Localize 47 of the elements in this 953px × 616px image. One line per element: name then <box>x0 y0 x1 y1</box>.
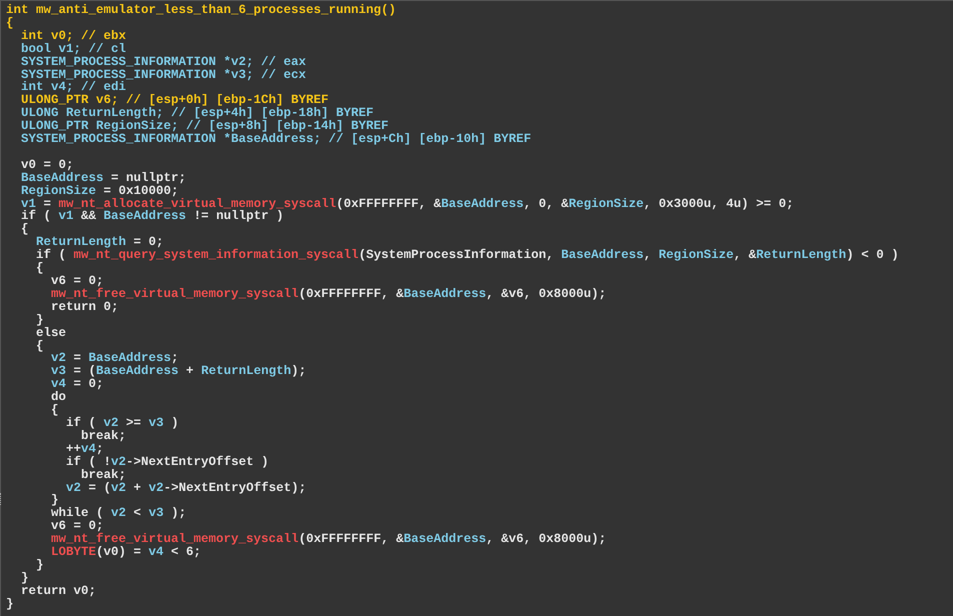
code-line: bool v1; // cl <box>20 42 126 56</box>
code-line: ++v4; <box>65 442 104 456</box>
code-line: } <box>35 314 44 327</box>
code-line: v6 = 0; <box>50 520 104 534</box>
code-line: v0 = 0; <box>20 158 74 172</box>
code-line: if ( v1 && BaseAddress != nullptr ) <box>20 210 284 224</box>
code-line: ReturnLength = 0; <box>35 236 164 250</box>
code-line: SYSTEM_PROCESS_INFORMATION *BaseAddress; // [esp+Ch] [ebp-10h] BYREF <box>20 133 532 146</box>
code-line: v3 = (BaseAddress + ReturnLength); <box>50 365 306 378</box>
code-line: break; <box>80 430 126 443</box>
code-line: int v4; // edi <box>20 81 126 94</box>
code-line: v2 = (v2 + v2->NextEntryOffset); <box>65 482 306 494</box>
code-line: v6 = 0; <box>50 275 104 288</box>
code-line: ULONG_PTR RegionSize; // [esp+8h] [ebp-14h] BYREF <box>20 120 389 134</box>
code-line: else <box>35 326 66 340</box>
code-line: int mw_anti_emulator_less_than_6_processes_running() <box>6 4 396 17</box>
code-line: } <box>50 494 59 508</box>
code-line: BaseAddress = nullptr; <box>20 172 186 185</box>
code-line: int v0; // ebx <box>20 30 126 43</box>
code-line: v4 = 0; <box>50 378 104 392</box>
code-line: { <box>35 262 44 276</box>
code-line: if ( !v2->NextEntryOffset ) <box>65 456 269 469</box>
code-line: { <box>20 223 29 236</box>
code-line: } <box>20 572 29 585</box>
code-line: } <box>35 558 44 572</box>
code-line: RegionSize = 0x10000; <box>20 184 179 198</box>
code-line: { <box>6 16 14 30</box>
code-line: mw_nt_free_virtual_memory_syscall(0xFFFFFFFF, &BaseAddress, &v6, 0x8000u); <box>50 288 606 301</box>
code-line: { <box>50 404 59 417</box>
code-line: ULONG_PTR v6; // [esp+0h] [ebp-1Ch] BYREF <box>20 94 329 108</box>
code-line: v2 = BaseAddress; <box>50 352 179 366</box>
code-line: SYSTEM_PROCESS_INFORMATION *v2; // eax <box>20 56 306 69</box>
code-line: do <box>50 391 66 404</box>
code-line: while ( v2 < v3 ); <box>50 507 186 520</box>
code-line: if ( v2 >= v3 ) <box>65 416 179 430</box>
code-line: } <box>6 598 14 611</box>
code-line: return 0; <box>50 300 119 314</box>
code-line: if ( mw_nt_query_system_information_syscall(SystemProcessInformation, BaseAddress, RegionSize, &ReturnLength) < 0 ) <box>35 249 899 262</box>
code-line: ULONG ReturnLength; // [esp+4h] [ebp-18h] BYREF <box>20 107 374 120</box>
code-line: mw_nt_free_virtual_memory_syscall(0xFFFFFFFF, &BaseAddress, &v6, 0x8000u); <box>50 533 606 546</box>
code-line: break; <box>80 468 126 482</box>
code-line: SYSTEM_PROCESS_INFORMATION *v3; // ecx <box>20 68 306 82</box>
code-line: v1 = mw_nt_allocate_virtual_memory_syscall(0xFFFFFFFF, &BaseAddress, 0, &RegionSize, 0x3000u, 4u) >= 0; <box>20 198 794 210</box>
gutter-marker <box>0 493 2 505</box>
code-line: { <box>35 340 44 352</box>
code-line: return v0; <box>20 584 96 598</box>
code-line: LOBYTE(v0) = v4 < 6; <box>50 546 202 559</box>
